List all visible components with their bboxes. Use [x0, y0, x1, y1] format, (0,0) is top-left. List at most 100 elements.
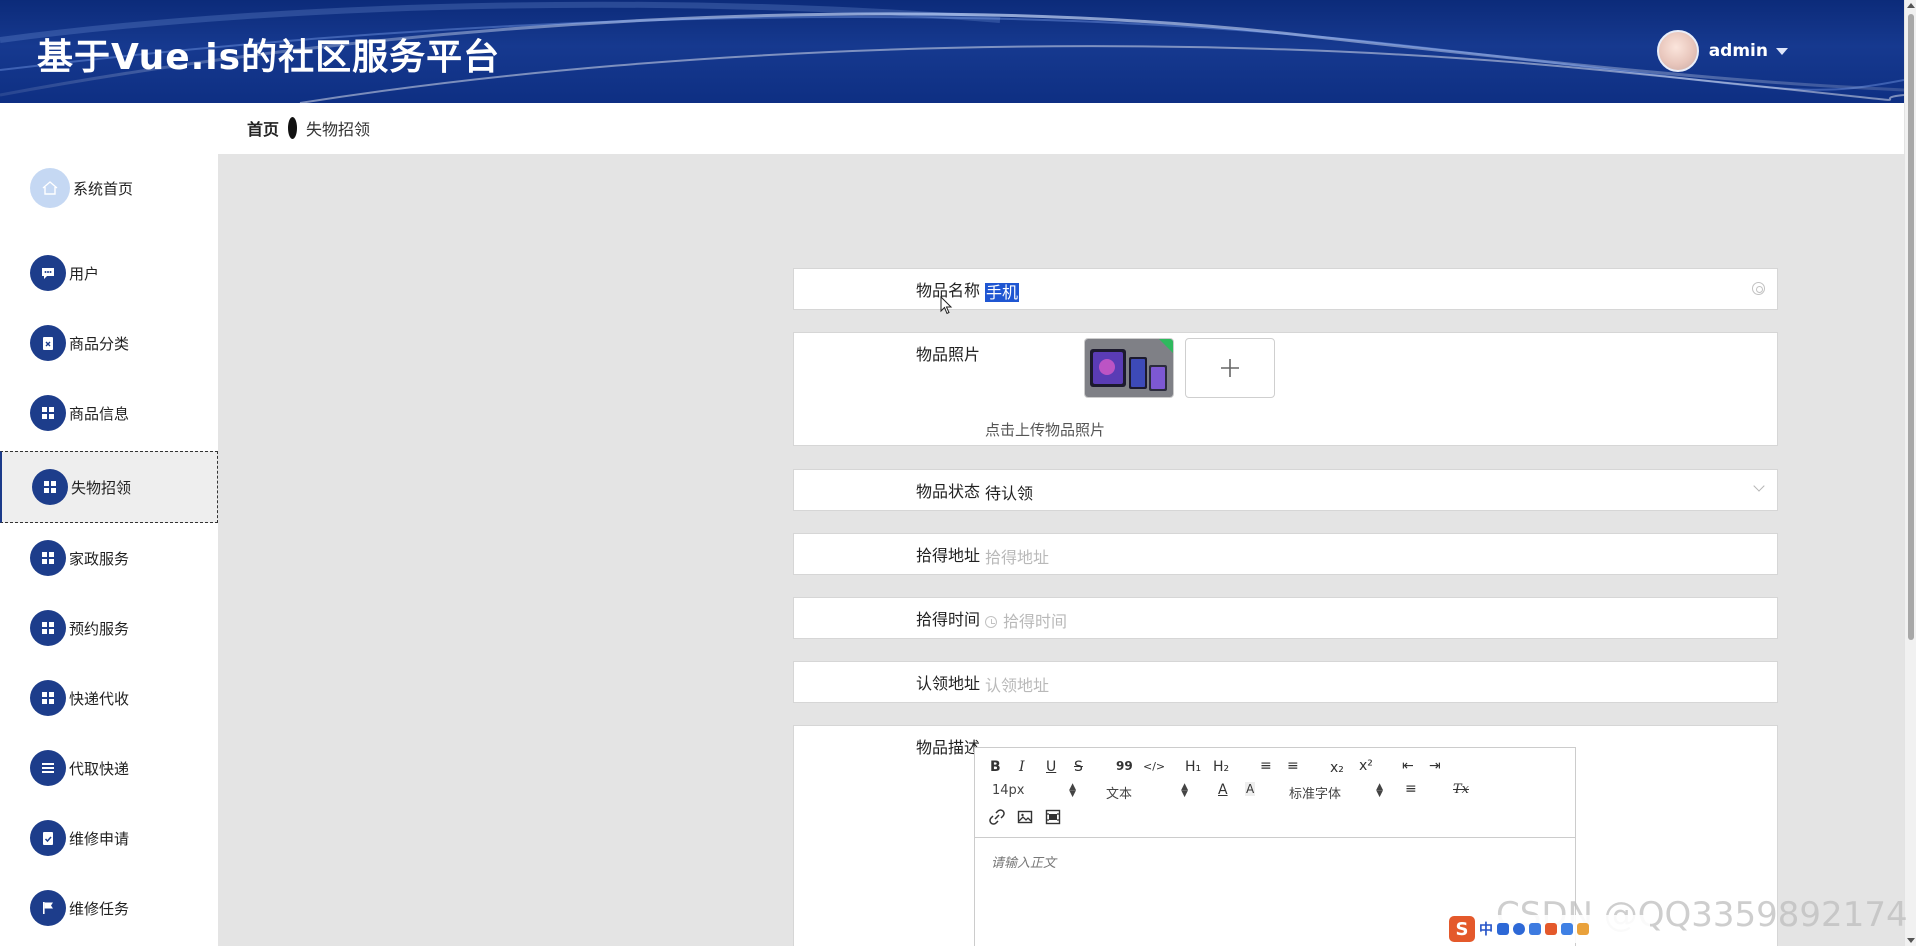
bold-button[interactable]: B [990, 759, 1001, 775]
code-block-button[interactable]: </> [1143, 760, 1165, 773]
font-size-value: 14px [992, 783, 1025, 798]
picker-arrows-icon: ▲ ▼ [1181, 782, 1188, 799]
sidebar-item-label: 维修申请 [69, 829, 130, 848]
form-row-status[interactable]: 物品状态 待认领 [793, 469, 1778, 511]
pickup-time-label: 拾得时间 [915, 610, 980, 629]
align-button[interactable]: ≡ [1405, 781, 1417, 797]
punctuation-icon[interactable] [1497, 923, 1509, 935]
indent-button[interactable]: ⇥ [1429, 758, 1441, 774]
sidebar-item-product-category[interactable]: 商品分类 [0, 307, 218, 379]
more-icon[interactable] [1577, 923, 1589, 935]
picker-arrows-icon: ▲ ▼ [1069, 782, 1076, 799]
sidebar-item-parcel-pickup[interactable]: 代取快递 [0, 732, 218, 804]
chevron-down-icon[interactable] [1753, 480, 1765, 492]
skin-icon[interactable] [1545, 923, 1557, 935]
grid-icon [30, 610, 66, 646]
name-value: 手机 [985, 283, 1020, 302]
header-picker[interactable]: 文本 ▲ ▼ [1106, 782, 1188, 803]
video-icon[interactable] [1045, 809, 1061, 825]
microphone-icon[interactable] [1513, 923, 1525, 935]
chat-icon [30, 255, 66, 291]
page-scrollbar[interactable] [1904, 0, 1916, 946]
h2-button[interactable]: H₂ [1213, 759, 1229, 775]
user-menu[interactable]: admin [1656, 30, 1788, 72]
sidebar-item-housekeeping[interactable]: 家政服务 [0, 522, 218, 594]
mouse-cursor-icon [940, 296, 953, 315]
status-select[interactable]: 待认领 [985, 480, 1033, 504]
clipboard-x-icon [30, 325, 66, 361]
clean-format-button[interactable]: Tx [1453, 782, 1469, 797]
bullet-list-button[interactable]: ≡ [1287, 758, 1299, 774]
pickup-address-input[interactable]: 拾得地址 [985, 544, 1049, 568]
scrollbar-thumb[interactable] [1908, 14, 1914, 640]
sidebar-item-label: 失物招领 [71, 478, 132, 497]
superscript-button[interactable]: x² [1359, 758, 1373, 774]
scroll-down-icon[interactable] [1907, 938, 1915, 943]
main-content: 物品名称 手机 物品照片 点击上传物品照片 物品状态 待认领 拾得地址 拾得地址… [218, 154, 1904, 946]
sidebar-item-label: 维修任务 [69, 899, 130, 918]
sidebar-item-label: 商品信息 [69, 404, 130, 423]
ime-toolbar[interactable]: S 中 [1446, 915, 1650, 943]
breadcrumb-separator-icon [288, 117, 298, 139]
h1-button[interactable]: H₁ [1185, 759, 1201, 775]
form-row-pickup-address: 拾得地址 拾得地址 [793, 533, 1778, 575]
sidebar-item-label: 快递代收 [69, 689, 130, 708]
claim-address-label: 认领地址 [915, 674, 980, 693]
sidebar-item-label: 预约服务 [69, 619, 130, 638]
sidebar-item-users[interactable]: 用户 [0, 237, 218, 309]
grid-icon [30, 680, 66, 716]
underline-button[interactable]: U [1046, 759, 1056, 775]
form-row-claim-address: 认领地址 认领地址 [793, 661, 1778, 703]
quote-button[interactable]: 99 [1116, 759, 1133, 773]
home-icon [30, 168, 70, 208]
name-input[interactable]: 手机 [985, 279, 1020, 303]
sidebar-item-repair-request[interactable]: 维修申请 [0, 802, 218, 874]
caret-down-icon[interactable] [1776, 47, 1788, 55]
editor-placeholder[interactable]: 请输入正文 [991, 852, 1056, 871]
subscript-button[interactable]: x₂ [1330, 760, 1344, 776]
pickup-address-label: 拾得地址 [915, 546, 980, 565]
sidebar-item-lost-found[interactable]: 失物招领 [0, 451, 218, 523]
sidebar-item-booking[interactable]: 预约服务 [0, 592, 218, 664]
plus-icon [1221, 359, 1239, 377]
image-icon[interactable] [1017, 809, 1033, 825]
breadcrumb-home[interactable]: 首页 [247, 116, 279, 140]
username[interactable]: admin [1709, 41, 1768, 61]
sogou-logo-icon[interactable]: S [1449, 916, 1475, 942]
font-family-picker[interactable]: 标准字体 ▲ ▼ [1289, 783, 1383, 803]
form-row-pickup-time: 拾得时间 拾得时间 [793, 597, 1778, 639]
toolbox-icon[interactable] [1561, 923, 1573, 935]
editor-toolbar: B I U S 99 </> H₁ H₂ ≡ ≡ x₂ x² ⇤ ⇥ 14px ▲… [975, 748, 1575, 838]
text-color-button[interactable]: A [1218, 782, 1228, 798]
outdent-button[interactable]: ⇤ [1402, 758, 1414, 774]
ordered-list-button[interactable]: ≡ [1260, 758, 1272, 774]
sidebar-item-label: 家政服务 [69, 549, 130, 568]
description-label: 物品描述 [915, 738, 980, 757]
sidebar-item-parcel-receive[interactable]: 快递代收 [0, 662, 218, 734]
font-size-picker[interactable]: 14px ▲ ▼ [992, 782, 1076, 799]
avatar[interactable] [1656, 30, 1699, 72]
clipboard-check-icon [30, 820, 66, 856]
sidebar-item-repair-task[interactable]: 维修任务 [0, 872, 218, 944]
claim-address-input[interactable]: 认领地址 [985, 672, 1049, 696]
link-icon[interactable] [989, 809, 1005, 825]
breadcrumb-current: 失物招领 [306, 120, 371, 139]
grid-icon [30, 540, 66, 576]
keyboard-icon[interactable] [1529, 923, 1541, 935]
ime-language[interactable]: 中 [1479, 919, 1493, 939]
flag-icon [30, 890, 66, 926]
italic-button[interactable]: I [1019, 759, 1025, 775]
grid-icon [32, 469, 68, 505]
strike-button[interactable]: S [1074, 759, 1083, 775]
sidebar-item-product-info[interactable]: 商品信息 [0, 377, 218, 449]
status-label: 物品状态 [915, 482, 980, 501]
pickup-time-input[interactable]: 拾得时间 [985, 608, 1067, 632]
app-header: 基于Vue.is的社区服务平台 admin [0, 0, 1904, 103]
sidebar: 系统首页 用户 商品分类 商品信息 失物招领 家政服务 预约服务 快递代收 代取… [0, 140, 218, 946]
uploaded-photo-thumbnail[interactable] [1084, 338, 1174, 398]
background-color-button[interactable]: A [1245, 782, 1256, 796]
sidebar-item-home[interactable]: 系统首页 [0, 152, 218, 224]
scroll-up-icon[interactable] [1907, 3, 1915, 8]
upload-button[interactable] [1185, 338, 1275, 398]
clear-icon[interactable] [1752, 282, 1765, 295]
